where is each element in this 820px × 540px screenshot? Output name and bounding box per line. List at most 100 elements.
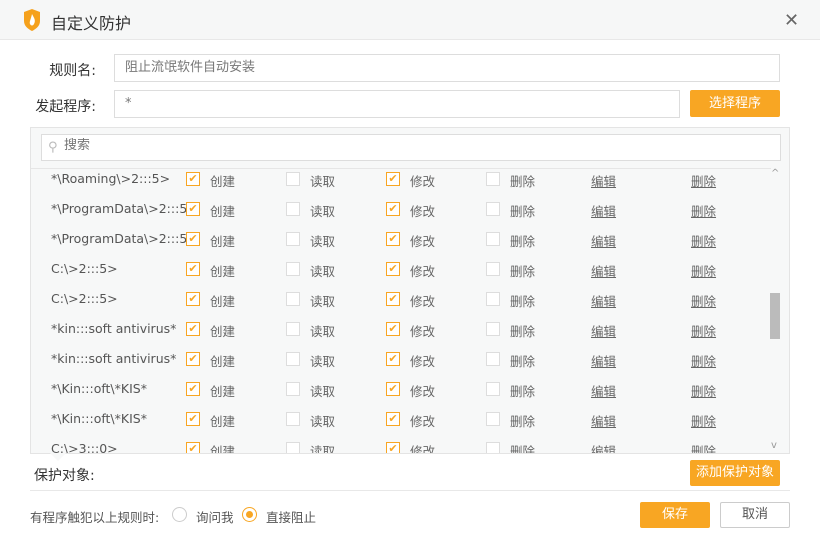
create-label: 创建: [210, 264, 236, 279]
create-label: 创建: [210, 204, 236, 219]
block-label[interactable]: 直接阻止: [266, 507, 316, 526]
create-checkbox[interactable]: ✔: [186, 322, 200, 336]
create-checkbox[interactable]: ✔: [186, 442, 200, 453]
read-label: 读取: [310, 444, 336, 453]
read-checkbox[interactable]: [286, 232, 300, 246]
search-input[interactable]: [64, 138, 764, 153]
row-path: *\Kin:::oft\*KIS*: [51, 411, 147, 426]
modify-checkbox[interactable]: ✔: [386, 262, 400, 276]
row-path: *\Kin:::oft\*KIS*: [51, 381, 147, 396]
modify-checkbox[interactable]: ✔: [386, 382, 400, 396]
ask-radio[interactable]: [172, 507, 187, 522]
delete-checkbox[interactable]: [486, 322, 500, 336]
edit-link[interactable]: 编辑: [591, 351, 616, 370]
create-checkbox[interactable]: ✔: [186, 202, 200, 216]
create-checkbox[interactable]: ✔: [186, 262, 200, 276]
edit-link[interactable]: 编辑: [591, 321, 616, 340]
cancel-button[interactable]: 取消: [720, 502, 790, 528]
edit-link[interactable]: 编辑: [591, 381, 616, 400]
delete-label: 删除: [510, 444, 536, 453]
rule-name-input[interactable]: 阻止流氓软件自动安装: [114, 54, 780, 82]
delete-label: 删除: [510, 354, 536, 369]
create-label: 创建: [210, 324, 236, 339]
read-checkbox[interactable]: [286, 172, 300, 186]
read-checkbox[interactable]: [286, 262, 300, 276]
edit-link[interactable]: 编辑: [591, 441, 616, 453]
modify-checkbox[interactable]: ✔: [386, 352, 400, 366]
edit-link[interactable]: 编辑: [591, 411, 616, 430]
modify-label: 修改: [410, 234, 436, 249]
modify-checkbox[interactable]: ✔: [386, 442, 400, 453]
trigger-label: 有程序触犯以上规则时:: [30, 510, 160, 525]
create-checkbox[interactable]: ✔: [186, 232, 200, 246]
delete-checkbox[interactable]: [486, 172, 500, 186]
create-checkbox[interactable]: ✔: [186, 382, 200, 396]
remove-link[interactable]: 删除: [691, 291, 716, 310]
delete-checkbox[interactable]: [486, 382, 500, 396]
remove-link[interactable]: 删除: [691, 411, 716, 430]
read-checkbox[interactable]: [286, 352, 300, 366]
remove-link[interactable]: 删除: [691, 441, 716, 453]
search-box[interactable]: ⚲: [41, 134, 781, 161]
create-label: 创建: [210, 234, 236, 249]
block-radio[interactable]: [242, 507, 257, 522]
close-icon[interactable]: ✕: [784, 10, 799, 31]
remove-link[interactable]: 删除: [691, 321, 716, 340]
edit-link[interactable]: 编辑: [591, 261, 616, 280]
create-label: 创建: [210, 444, 236, 453]
read-checkbox[interactable]: [286, 442, 300, 453]
modify-checkbox[interactable]: ✔: [386, 292, 400, 306]
remove-link[interactable]: 删除: [691, 171, 716, 190]
ask-label[interactable]: 询问我: [196, 507, 234, 526]
select-program-button[interactable]: 选择程序: [690, 90, 780, 117]
delete-checkbox[interactable]: [486, 412, 500, 426]
row-path: C:\>3:::0>: [51, 441, 118, 453]
table-row: *kin:::soft antivirus* ✔ 创建 读取 ✔ 修改 删除 编辑 删除: [31, 321, 771, 353]
program-input[interactable]: *: [114, 90, 680, 118]
create-checkbox[interactable]: ✔: [186, 352, 200, 366]
row-path: *\ProgramData\>2:::5: [51, 231, 188, 246]
modify-checkbox[interactable]: ✔: [386, 202, 400, 216]
read-checkbox[interactable]: [286, 322, 300, 336]
delete-checkbox[interactable]: [486, 262, 500, 276]
create-label: 创建: [210, 384, 236, 399]
read-checkbox[interactable]: [286, 292, 300, 306]
search-icon: ⚲: [48, 140, 58, 155]
delete-checkbox[interactable]: [486, 232, 500, 246]
delete-checkbox[interactable]: [486, 442, 500, 453]
modify-checkbox[interactable]: ✔: [386, 232, 400, 246]
delete-checkbox[interactable]: [486, 202, 500, 216]
save-button[interactable]: 保存: [640, 502, 710, 528]
read-checkbox[interactable]: [286, 202, 300, 216]
read-checkbox[interactable]: [286, 412, 300, 426]
remove-link[interactable]: 删除: [691, 261, 716, 280]
modify-checkbox[interactable]: ✔: [386, 172, 400, 186]
delete-checkbox[interactable]: [486, 292, 500, 306]
modify-label: 修改: [410, 444, 436, 453]
modify-checkbox[interactable]: ✔: [386, 412, 400, 426]
remove-link[interactable]: 删除: [691, 231, 716, 250]
create-checkbox[interactable]: ✔: [186, 292, 200, 306]
add-protect-target-button[interactable]: 添加保护对象: [690, 460, 780, 486]
remove-link[interactable]: 删除: [691, 201, 716, 220]
create-checkbox[interactable]: ✔: [186, 172, 200, 186]
create-checkbox[interactable]: ✔: [186, 412, 200, 426]
delete-label: 删除: [510, 264, 536, 279]
edit-link[interactable]: 编辑: [591, 291, 616, 310]
read-checkbox[interactable]: [286, 382, 300, 396]
scrollbar-thumb[interactable]: [770, 293, 780, 339]
remove-link[interactable]: 删除: [691, 381, 716, 400]
edit-link[interactable]: 编辑: [591, 201, 616, 220]
table-row: *\Kin:::oft\*KIS* ✔ 创建 读取 ✔ 修改 删除 编辑 删除: [31, 381, 771, 413]
row-path: *kin:::soft antivirus*: [51, 351, 177, 366]
read-label: 读取: [310, 264, 336, 279]
edit-link[interactable]: 编辑: [591, 171, 616, 190]
delete-label: 删除: [510, 174, 536, 189]
scroll-up-icon[interactable]: ^: [771, 168, 779, 179]
modify-checkbox[interactable]: ✔: [386, 322, 400, 336]
edit-link[interactable]: 编辑: [591, 231, 616, 250]
remove-link[interactable]: 删除: [691, 351, 716, 370]
delete-label: 删除: [510, 204, 536, 219]
scroll-down-icon[interactable]: v: [771, 440, 777, 451]
delete-checkbox[interactable]: [486, 352, 500, 366]
